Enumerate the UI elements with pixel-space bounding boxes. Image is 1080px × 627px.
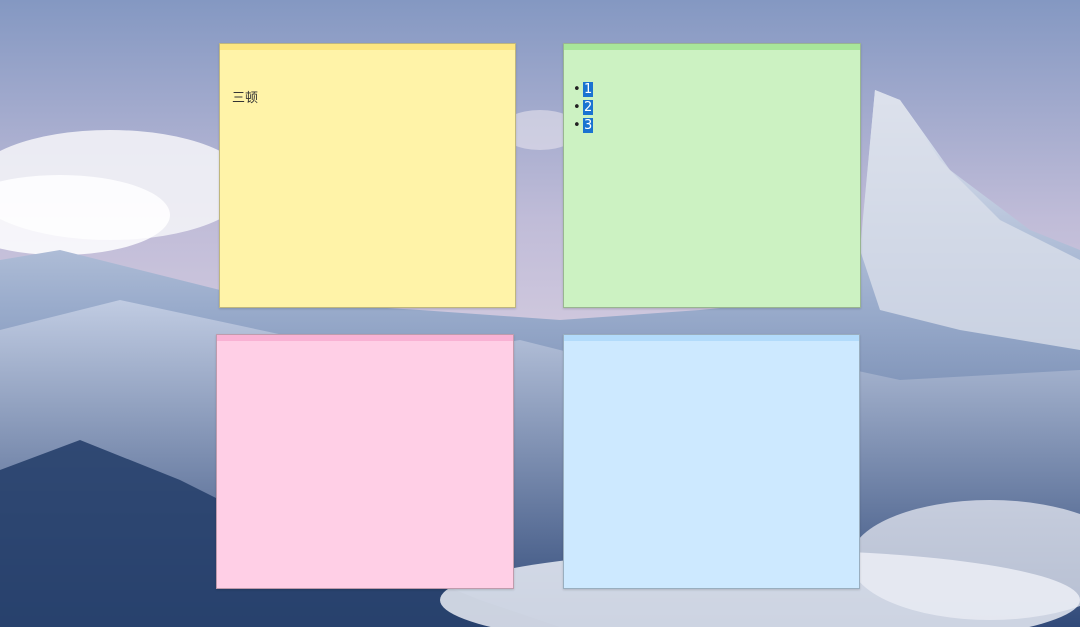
bullet-icon: • [573, 82, 581, 97]
list-item: • 1 [573, 81, 594, 99]
note-editor[interactable] [217, 341, 513, 588]
sticky-note-pink[interactable] [216, 334, 514, 589]
note-editor[interactable]: • 1 • 2 • 3 [564, 50, 860, 307]
list-item: • 2 [573, 99, 594, 117]
selected-text: 3 [583, 118, 594, 133]
bullet-icon: • [573, 118, 581, 133]
bullet-icon: • [573, 100, 581, 115]
selected-text: 1 [583, 82, 594, 97]
sticky-note-green[interactable]: • 1 • 2 • 3 [563, 43, 861, 308]
desktop: 三顿 • 1 • 2 • 3 [0, 0, 1080, 627]
mountain-wallpaper [0, 0, 1080, 627]
bullet-list: • 1 • 2 • 3 [564, 81, 594, 135]
sticky-note-blue[interactable] [563, 334, 860, 589]
list-item: • 3 [573, 117, 594, 135]
note-editor[interactable]: 三顿 [220, 50, 515, 307]
note-text: 三顿 [232, 91, 259, 106]
note-editor[interactable] [564, 341, 859, 588]
selected-text: 2 [583, 100, 594, 115]
sticky-note-yellow[interactable]: 三顿 [219, 43, 516, 308]
